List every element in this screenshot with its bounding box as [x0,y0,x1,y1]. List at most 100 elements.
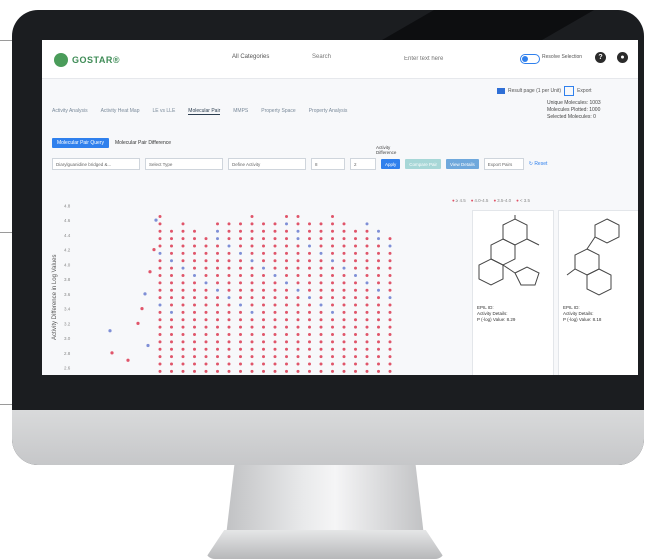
scatter-point[interactable] [285,340,288,344]
scatter-point[interactable] [170,259,173,263]
tab-molecular-pair-difference[interactable]: Molecular Pair Difference [115,140,171,146]
scatter-point[interactable] [193,266,196,270]
scatter-point[interactable] [342,266,346,270]
scatter-point[interactable] [354,296,357,300]
scatter-point[interactable] [170,318,173,322]
scatter-point[interactable] [181,296,185,300]
scatter-point[interactable] [216,251,219,255]
scatter-point[interactable] [250,244,254,248]
scatter-point[interactable] [285,229,288,233]
scatter-point[interactable] [354,266,357,270]
scatter-point[interactable] [158,251,162,255]
scatter-point[interactable] [285,259,288,263]
scatter-point[interactable] [285,303,288,307]
scatter-point[interactable] [342,355,346,359]
scatter-point[interactable] [262,229,265,233]
scatter-point[interactable] [227,340,231,344]
scatter-point[interactable] [227,273,231,277]
scatter-point[interactable] [239,340,242,344]
scatter-point[interactable] [319,369,323,373]
scatter-point[interactable] [158,214,162,218]
scatter-point[interactable] [342,296,346,300]
scatter-point[interactable] [262,310,265,314]
scatter-point[interactable] [354,347,357,351]
scatter-point[interactable] [262,347,265,351]
scatter-point[interactable] [216,266,219,270]
scatter-point[interactable] [227,369,231,373]
reset-button[interactable]: ↻ Reset [529,161,548,167]
scatter-point[interactable] [365,296,369,300]
scatter-point[interactable] [354,303,357,307]
scatter-point[interactable] [388,281,392,285]
scatter-point[interactable] [227,318,231,322]
scatter-point[interactable] [319,325,323,329]
scatter-point[interactable] [158,296,162,300]
export-link[interactable]: Export [577,88,591,94]
scatter-point[interactable] [250,325,254,329]
scatter-point[interactable] [273,251,277,255]
scatter-point[interactable] [388,325,392,329]
scatter-point[interactable] [354,325,357,329]
scatter-point[interactable] [342,222,346,226]
scatter-point[interactable] [273,229,277,233]
scatter-point[interactable] [143,292,147,296]
scatter-point[interactable] [377,251,380,255]
scatter-point[interactable] [158,222,162,226]
scatter-point[interactable] [193,347,196,351]
scatter-point[interactable] [227,266,231,270]
scatter-point[interactable] [296,259,300,263]
scatter-point[interactable] [262,281,265,285]
scatter-point[interactable] [354,362,357,366]
scatter-point[interactable] [273,273,277,277]
user-circle-icon[interactable]: ● [617,52,628,63]
scatter-point[interactable] [365,259,369,263]
scatter-point[interactable] [342,369,346,373]
scatter-point[interactable] [181,222,185,226]
scatter-point[interactable] [273,340,277,344]
molecule-card[interactable]: EPIL ID: Activity Details: P (-log) Valu… [472,210,554,375]
scatter-point[interactable] [262,222,265,226]
scatter-point[interactable] [319,332,323,336]
scatter-point[interactable] [388,303,392,307]
scatter-point[interactable] [308,369,311,373]
scatter-point[interactable] [158,229,162,233]
scatter-point[interactable] [193,303,196,307]
scatter-point[interactable] [296,369,300,373]
scatter-point[interactable] [377,259,380,263]
scatter-point[interactable] [181,303,185,307]
scatter-point[interactable] [136,321,140,325]
scatter-point[interactable] [239,318,242,322]
scatter-point[interactable] [170,266,173,270]
scatter-point[interactable] [170,281,173,285]
scatter-point[interactable] [181,325,185,329]
resolve-toggle[interactable] [520,54,540,64]
scatter-point[interactable] [331,369,334,373]
tab-item[interactable]: LE vs LLE [152,108,175,115]
scatter-point[interactable] [273,347,277,351]
scatter-point[interactable] [250,214,254,218]
scatter-point[interactable] [193,281,196,285]
scatter-point[interactable] [158,332,162,336]
scatter-point[interactable] [262,288,265,292]
scatter-point[interactable] [158,347,162,351]
scatter-point[interactable] [193,332,196,336]
scatter-point[interactable] [273,244,277,248]
scatter-point[interactable] [273,325,277,329]
scatter-point[interactable] [331,288,334,292]
scatter-point[interactable] [158,310,162,314]
scatter-point[interactable] [285,355,288,359]
compare-pair-button[interactable]: Compare Pair [405,159,442,169]
scatter-point[interactable] [204,288,208,292]
scatter-point[interactable] [365,288,369,292]
scatter-point[interactable] [354,288,357,292]
scatter-point[interactable] [262,325,265,329]
scatter-point[interactable] [262,369,265,373]
scatter-point[interactable] [250,229,254,233]
scatter-point[interactable] [158,318,162,322]
scatter-point[interactable] [319,281,323,285]
scatter-point[interactable] [308,259,311,263]
scatter-point[interactable] [365,229,369,233]
scatter-point[interactable] [250,355,254,359]
scatter-point[interactable] [262,318,265,322]
scatter-point[interactable] [354,318,357,322]
